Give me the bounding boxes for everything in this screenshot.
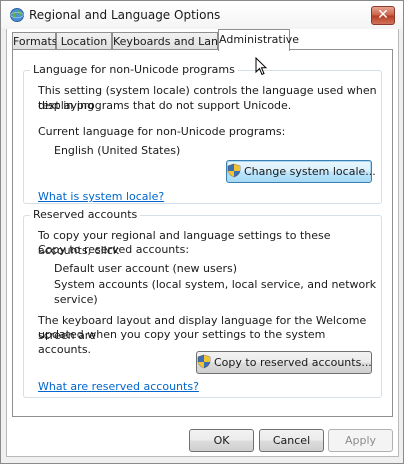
- button-label: Cancel: [272, 434, 311, 447]
- cancel-button[interactable]: Cancel: [259, 429, 324, 452]
- close-button[interactable]: ✕: [371, 6, 395, 25]
- system-accounts-item: System accounts (local system, local ser…: [54, 278, 377, 306]
- tab-keyboards-and-languages[interactable]: Keyboards and Languages: [112, 32, 258, 50]
- tab-label: Administrative: [219, 33, 300, 46]
- tab-formats[interactable]: Formats: [12, 32, 58, 50]
- tab-panel-administrative: Language for non-Unicode programs This s…: [12, 49, 393, 417]
- window-title: Regional and Language Options: [29, 8, 221, 22]
- button-label: OK: [213, 434, 230, 447]
- what-is-system-locale-link[interactable]: What is system locale?: [38, 189, 164, 204]
- mouse-pointer-icon: [255, 57, 267, 76]
- group-heading: Language for non-Unicode programs: [30, 63, 238, 76]
- tab-location[interactable]: Location: [56, 32, 112, 50]
- copy-to-reserved-accounts-button[interactable]: Copy to reserved accounts...: [196, 351, 372, 374]
- button-label: Apply: [344, 434, 377, 447]
- title-bar[interactable]: Regional and Language Options ✕: [1, 1, 403, 29]
- uac-shield-icon: [227, 163, 241, 178]
- non-unicode-group: Language for non-Unicode programs This s…: [23, 63, 382, 204]
- current-language-label: Current language for non-Unicode program…: [38, 125, 286, 138]
- dialog-window: Regional and Language Options ✕ Formats …: [0, 0, 404, 464]
- tab-label: Location: [60, 35, 108, 48]
- uac-shield-icon: [197, 354, 211, 369]
- button-label: Copy to reserved accounts...: [214, 356, 372, 369]
- globe-icon: [10, 8, 24, 22]
- apply-button[interactable]: Apply: [328, 429, 393, 452]
- intro-line: Copy to reserved accounts:: [38, 243, 190, 256]
- group-heading: Reserved accounts: [30, 208, 141, 221]
- what-are-reserved-accounts-link[interactable]: What are reserved accounts?: [38, 379, 199, 394]
- change-system-locale-button[interactable]: Change system locale...: [226, 160, 376, 183]
- tab-administrative[interactable]: Administrative: [218, 29, 299, 51]
- ok-button[interactable]: OK: [189, 429, 254, 452]
- description-line: text in programs that do not support Uni…: [38, 99, 292, 112]
- button-label: Change system locale...: [244, 165, 376, 178]
- reserved-accounts-group: Reserved accounts To copy your regional …: [23, 208, 382, 398]
- tab-label: Formats: [13, 35, 58, 48]
- current-language-value: English (United States): [54, 144, 181, 157]
- close-icon: ✕: [377, 7, 389, 23]
- default-account-item: Default user account (new users): [54, 262, 238, 275]
